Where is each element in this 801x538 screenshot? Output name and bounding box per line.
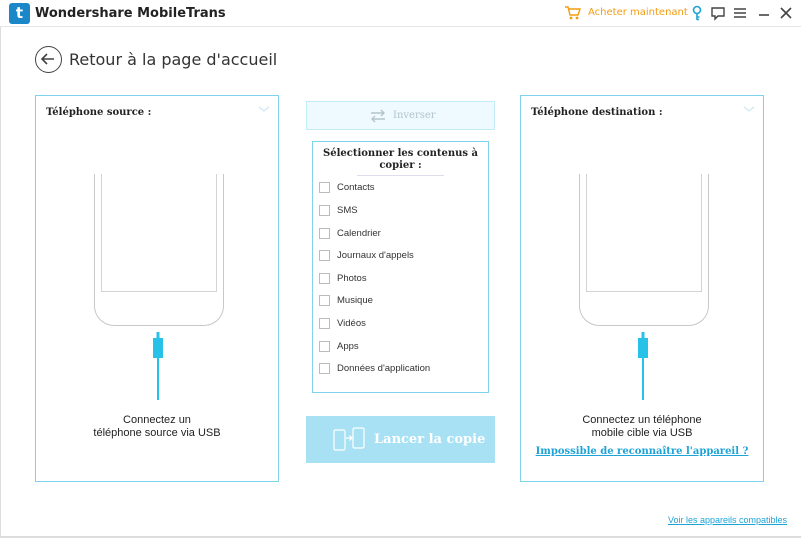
key-icon[interactable] bbox=[688, 4, 706, 22]
checkbox-label: Photos bbox=[337, 273, 367, 284]
checkbox-label: Calendrier bbox=[337, 228, 381, 239]
source-instruction-line2: téléphone source via USB bbox=[93, 427, 221, 439]
content-divider bbox=[357, 175, 444, 176]
usb-cable-icon bbox=[638, 332, 648, 400]
destination-instruction-line1: Connectez un téléphone bbox=[582, 414, 702, 426]
chevron-down-icon[interactable] bbox=[743, 104, 755, 114]
source-instruction-line1: Connectez un bbox=[123, 414, 191, 426]
phone-screen bbox=[101, 174, 217, 292]
checkbox-photos[interactable]: Photos bbox=[319, 272, 479, 286]
checkbox-music[interactable]: Musique bbox=[319, 294, 479, 308]
destination-phone-panel: Téléphone destination : Connectez un tél… bbox=[520, 95, 764, 482]
swap-arrows-icon bbox=[371, 109, 385, 123]
window-left-edge bbox=[0, 27, 1, 538]
close-icon[interactable] bbox=[777, 4, 795, 22]
usb-cable-icon bbox=[153, 332, 163, 400]
source-phone-panel: Téléphone source : Connectez un téléphon… bbox=[35, 95, 279, 482]
swap-button-label: Inverser bbox=[393, 110, 436, 121]
checkbox-videos[interactable]: Vidéos bbox=[319, 317, 479, 331]
phone-illustration bbox=[579, 174, 709, 326]
checkbox[interactable] bbox=[319, 182, 330, 193]
content-selection-box: Sélectionner les contenus à copier : Con… bbox=[312, 141, 489, 393]
cart-icon[interactable] bbox=[564, 5, 582, 21]
checkbox-apps[interactable]: Apps bbox=[319, 340, 479, 354]
phone-illustration bbox=[94, 174, 224, 326]
checkbox-label: Musique bbox=[337, 295, 373, 306]
checkbox-label: Apps bbox=[337, 341, 359, 352]
back-to-home-link[interactable]: Retour à la page d'accueil bbox=[69, 50, 277, 69]
swap-button[interactable]: Inverser bbox=[306, 101, 495, 130]
destination-instruction-line2: mobile cible via USB bbox=[591, 427, 693, 439]
destination-panel-title: Téléphone destination : bbox=[531, 107, 663, 118]
buy-now-link[interactable]: Acheter maintenant bbox=[588, 7, 688, 18]
checkbox-contacts[interactable]: Contacts bbox=[319, 181, 479, 195]
checkbox[interactable] bbox=[319, 273, 330, 284]
start-copy-label: Lancer la copie bbox=[374, 432, 486, 447]
content-header-line2: copier : bbox=[379, 160, 422, 171]
title-bar: t Wondershare MobileTrans Acheter mainte… bbox=[0, 0, 801, 27]
checkbox-call-logs[interactable]: Journaux d'appels bbox=[319, 249, 479, 263]
app-title: Wondershare MobileTrans bbox=[35, 6, 226, 21]
checkbox-app-data[interactable]: Données d'application bbox=[319, 362, 479, 376]
checkbox[interactable] bbox=[319, 295, 330, 306]
checkbox[interactable] bbox=[319, 318, 330, 329]
checkbox-label: Journaux d'appels bbox=[337, 250, 414, 261]
start-copy-button[interactable]: Lancer la copie bbox=[306, 416, 495, 463]
checkbox-label: SMS bbox=[337, 205, 358, 216]
feedback-icon[interactable] bbox=[709, 4, 727, 22]
checkbox[interactable] bbox=[319, 363, 330, 374]
checkbox-label: Données d'application bbox=[337, 363, 431, 374]
checkbox-label: Vidéos bbox=[337, 318, 366, 329]
content-header-line1: Sélectionner les contenus à bbox=[323, 148, 478, 159]
checkbox-sms[interactable]: SMS bbox=[319, 204, 479, 218]
checkbox[interactable] bbox=[319, 250, 330, 261]
phone-screen bbox=[586, 174, 702, 292]
checkbox[interactable] bbox=[319, 228, 330, 239]
chevron-down-icon[interactable] bbox=[258, 104, 270, 114]
device-not-recognized-link[interactable]: Impossible de reconnaître l'appareil ? bbox=[521, 446, 763, 457]
back-arrow-icon[interactable] bbox=[35, 46, 62, 73]
checkbox[interactable] bbox=[319, 205, 330, 216]
compatible-devices-link[interactable]: Voir les appareils compatibles bbox=[668, 515, 787, 525]
checkbox-label: Contacts bbox=[337, 182, 375, 193]
app-logo: t bbox=[9, 3, 30, 24]
checkbox[interactable] bbox=[319, 341, 330, 352]
content-selection-header: Sélectionner les contenus à copier : bbox=[313, 148, 488, 172]
minimize-icon[interactable] bbox=[755, 4, 773, 22]
phone-transfer-icon bbox=[333, 427, 365, 451]
checkbox-calendar[interactable]: Calendrier bbox=[319, 227, 479, 241]
menu-icon[interactable] bbox=[731, 4, 749, 22]
source-panel-title: Téléphone source : bbox=[46, 107, 152, 118]
